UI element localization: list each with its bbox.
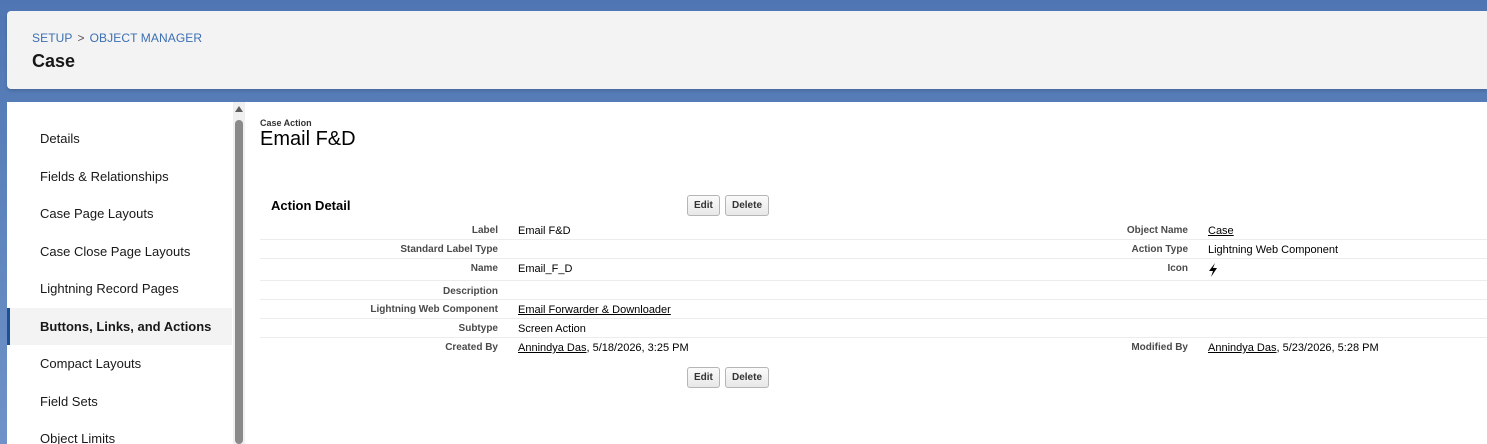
detail-row: Lightning Web Component Email Forwarder … [260,300,1487,319]
sidebar: Details Fields & Relationships Case Page… [7,102,232,444]
field-label-subtype: Subtype [458,323,498,334]
detail-row: Label Email F&D Object Name Case [260,221,1487,240]
field-label-icon: Icon [1167,263,1188,274]
sidebar-item-fields-relationships[interactable]: Fields & Relationships [7,158,232,195]
main-panel: Details Fields & Relationships Case Page… [7,102,1487,444]
detail-row: Subtype Screen Action [260,319,1487,338]
lwc-link[interactable]: Email Forwarder & Downloader [518,304,671,316]
object-type-label: Case Action [260,118,312,128]
field-value-modified-by: Annindya Das, 5/23/2026, 5:28 PM [1208,342,1379,354]
field-value-label: Email F&D [518,225,571,237]
object-name-link[interactable]: Case [1208,225,1234,237]
detail-row: Created By Annindya Das, 5/18/2026, 3:25… [260,338,1487,360]
field-label-name: Name [470,263,498,274]
page-header: SETUP > OBJECT MANAGER Case [7,11,1487,89]
field-value-created-by: Annindya Das, 5/18/2026, 3:25 PM [518,342,689,354]
field-label-modified-by: Modified By [1131,342,1188,353]
sidebar-scrollbar[interactable] [233,102,245,444]
breadcrumb-object-manager-link[interactable]: OBJECT MANAGER [90,31,203,45]
breadcrumb-setup-link[interactable]: SETUP [32,31,73,45]
sidebar-item-compact-layouts[interactable]: Compact Layouts [7,345,232,382]
edit-button-top[interactable]: Edit [687,195,720,216]
detail-row: Description [260,281,1487,300]
sidebar-item-buttons-links-actions[interactable]: Buttons, Links, and Actions [7,308,232,345]
sidebar-item-case-close-page-layouts[interactable]: Case Close Page Layouts [7,233,232,270]
field-value-subtype: Screen Action [518,323,586,335]
field-label-label: Label [471,225,498,236]
scroll-up-arrow-icon[interactable] [235,106,243,112]
delete-button-bottom[interactable]: Delete [725,367,770,388]
page-title: Case [32,51,76,71]
field-label-action-type: Action Type [1131,244,1188,255]
sidebar-item-case-page-layouts[interactable]: Case Page Layouts [7,195,232,232]
sidebar-item-details[interactable]: Details [7,120,232,157]
detail-row: Standard Label Type Action Type Lightnin… [260,240,1487,259]
created-by-date: , 5/18/2026, 3:25 PM [586,342,689,354]
modified-by-user-link[interactable]: Annindya Das [1208,342,1277,354]
field-label-standard-label-type: Standard Label Type [400,244,498,255]
action-detail-content: Case Action Email F&D Action Detail Edit… [260,102,1487,444]
field-value-action-type: Lightning Web Component [1208,244,1339,256]
field-label-description: Description [442,286,498,297]
detail-table: Label Email F&D Object Name Case Standar… [260,221,1487,360]
sidebar-item-object-limits[interactable]: Object Limits [7,420,232,444]
breadcrumb-separator: > [77,31,85,45]
field-label-lwc: Lightning Web Component [370,304,498,315]
field-value-name: Email_F_D [518,263,573,275]
scroll-thumb[interactable] [235,120,243,444]
sidebar-item-field-sets[interactable]: Field Sets [7,383,232,420]
created-by-user-link[interactable]: Annindya Das [518,342,587,354]
breadcrumb: SETUP > OBJECT MANAGER [32,31,202,45]
edit-button-bottom[interactable]: Edit [687,367,720,388]
detail-row: Name Email_F_D Icon [260,259,1487,281]
modified-by-date: , 5/23/2026, 5:28 PM [1276,342,1379,354]
sidebar-item-lightning-record-pages[interactable]: Lightning Record Pages [7,270,232,307]
delete-button-top[interactable]: Delete [725,195,770,216]
field-label-created-by: Created By [445,342,498,353]
lightning-bolt-icon [1208,263,1218,280]
section-title: Action Detail [271,198,351,213]
field-label-object-name: Object Name [1126,225,1188,236]
action-title: Email F&D [260,128,356,150]
